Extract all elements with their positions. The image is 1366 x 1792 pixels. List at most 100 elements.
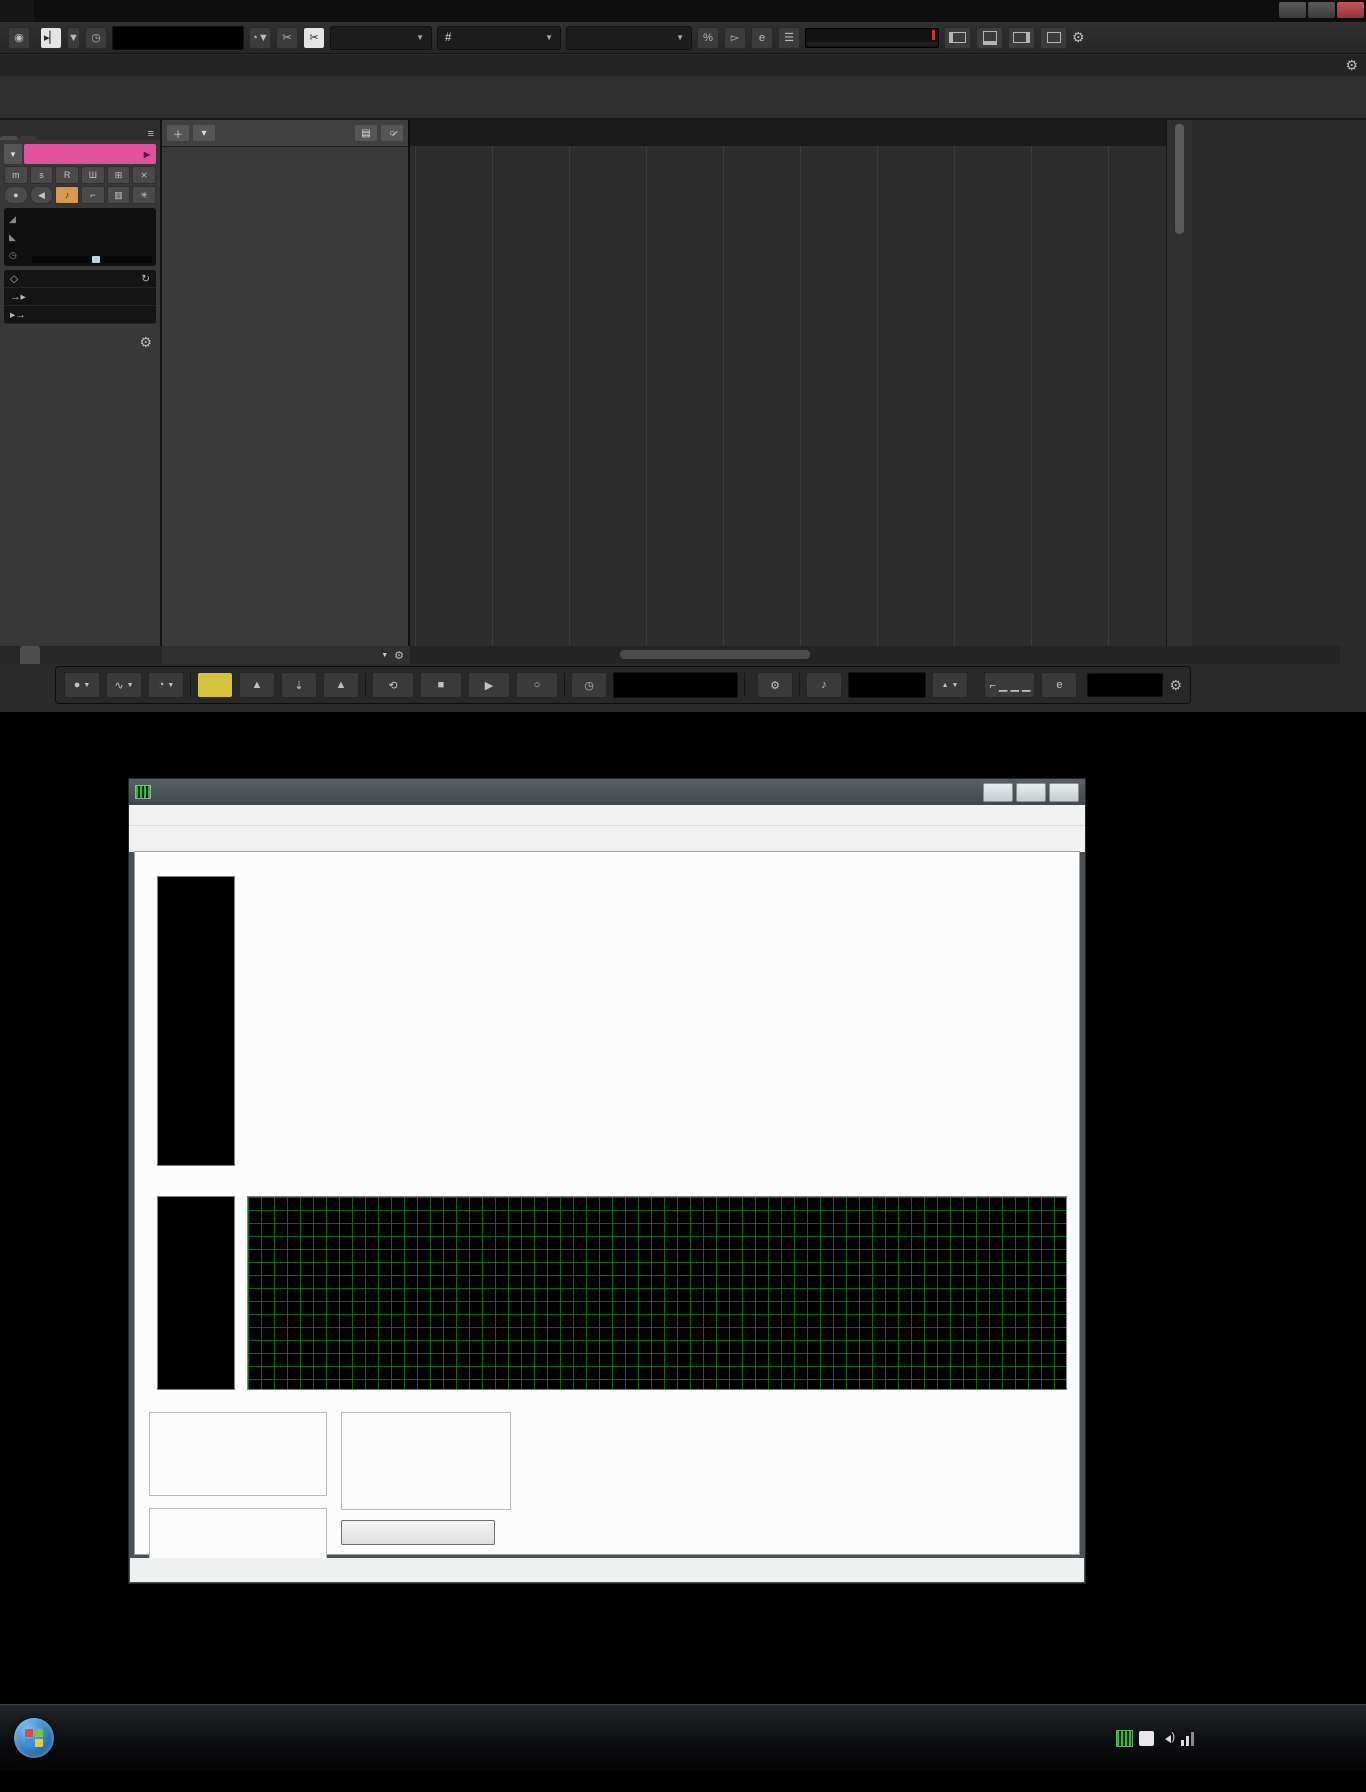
tray-ilok-icon[interactable]: [1139, 1731, 1154, 1746]
glue-tool-button[interactable]: ✂: [303, 27, 325, 49]
preset-reload-icon[interactable]: ↻: [141, 273, 150, 285]
tray-volume-icon[interactable]: [1160, 1731, 1175, 1746]
taskbar: [0, 1704, 1366, 1771]
zoom-preset-selector[interactable]: ▼ ⚙: [162, 646, 410, 664]
resource-monitor-button[interactable]: [341, 1520, 495, 1545]
play-button[interactable]: ▶: [468, 672, 510, 698]
editor-tab[interactable]: [20, 646, 40, 664]
flag-button[interactable]: ▻: [724, 27, 746, 49]
marker-settings-gear-icon[interactable]: ⚙: [757, 672, 793, 698]
punch-in-button[interactable]: ⇣: [281, 672, 317, 698]
midi-record-mode-button[interactable]: ◔ ▼: [148, 672, 184, 698]
metronome-button[interactable]: ▲: [239, 672, 275, 698]
jog-button[interactable]: ◔ ▼: [249, 27, 271, 49]
delay-icon: ◷: [9, 250, 17, 261]
solo-button[interactable]: s: [30, 166, 54, 184]
toolbar-time-display[interactable]: [112, 26, 244, 50]
hscroll-thumb[interactable]: [620, 650, 810, 659]
input-routing-row[interactable]: →▸: [4, 288, 156, 306]
autoscroll-button[interactable]: ▸▏: [40, 27, 62, 49]
vertical-scrollbar[interactable]: [1166, 120, 1192, 646]
layout-left-zone-button[interactable]: [944, 27, 971, 49]
maximize-button[interactable]: [1308, 2, 1335, 18]
add-track-button[interactable]: ＋: [167, 125, 189, 141]
taskman-titlebar[interactable]: [129, 779, 1085, 805]
tempo-spin-buttons[interactable]: ▲▼: [932, 672, 968, 698]
snap-mode-dropdown[interactable]: ▼: [330, 26, 432, 50]
layout-setup-button[interactable]: [1040, 27, 1067, 49]
stop-button[interactable]: ■: [420, 672, 462, 698]
track-search-button[interactable]: ○̷: [381, 125, 403, 141]
horizontal-scrollbar[interactable]: [410, 646, 1340, 664]
read-button[interactable]: R: [55, 166, 79, 184]
lanes-button[interactable]: ▥: [107, 186, 131, 204]
taskman-close-button[interactable]: [1049, 783, 1079, 802]
cubase-range-bar: [0, 76, 1366, 120]
record-enable-button[interactable]: ●: [4, 186, 28, 204]
tempo-display[interactable]: [848, 672, 926, 698]
taskman-tabs: [129, 826, 1085, 852]
event-display[interactable]: [410, 146, 1166, 646]
monitor-button[interactable]: ◀: [30, 186, 54, 204]
inspector-tab[interactable]: [0, 136, 18, 140]
toolbar-settings-gear-icon[interactable]: ⚙: [1072, 29, 1085, 46]
zoom-settings-gear-icon[interactable]: ⚙: [394, 649, 404, 662]
mute-button[interactable]: m: [4, 166, 28, 184]
quantize-panel-button[interactable]: e: [751, 27, 773, 49]
activate-project-button[interactable]: ◉: [8, 27, 30, 49]
record-button[interactable]: ○: [516, 672, 558, 698]
lock-button[interactable]: ⌐: [81, 186, 105, 204]
transport-settings-gear-icon[interactable]: ⚙: [1169, 677, 1182, 694]
settings-gear-icon[interactable]: ⚙: [139, 334, 152, 350]
track-list-header: ＋ ▾ ▤ ○̷: [162, 120, 408, 147]
quantize-dropdown[interactable]: ▼: [566, 26, 692, 50]
output-routing-row[interactable]: ▸→: [4, 306, 156, 324]
inspector-settings[interactable]: ⚙: [8, 334, 152, 351]
precount-button[interactable]: ▲: [323, 672, 359, 698]
start-button[interactable]: [14, 1718, 54, 1758]
infoline-settings-gear-icon[interactable]: ⚙: [1345, 57, 1358, 74]
write-button[interactable]: Ш: [81, 166, 105, 184]
transport-time-display[interactable]: [613, 672, 738, 698]
taskman-maximize-button[interactable]: [1016, 783, 1046, 802]
track-filter-button[interactable]: ▤: [355, 125, 377, 141]
layout-bottom-zone-button[interactable]: [976, 27, 1003, 49]
freeze-button[interactable]: ✳: [132, 186, 156, 204]
inspector-track-name[interactable]: ▶: [24, 144, 156, 164]
click-edit-button[interactable]: e: [1041, 672, 1077, 698]
edit-channel-button[interactable]: ⨯: [132, 166, 156, 184]
auto-quantize-button[interactable]: [197, 672, 233, 698]
autoscroll-dropdown[interactable]: ▼: [67, 27, 80, 49]
cubase-window: ◉ ▸▏ ▼ ◷ ◔ ▼ ✂ ✂ ▼ #▼ ▼ % ▻ e ☰: [0, 0, 1366, 712]
channel-button[interactable]: ⊞: [107, 166, 131, 184]
close-button[interactable]: [1337, 2, 1364, 18]
inspector-panel: ≡ ▼ ▶ m s R Ш ⊞ ⨯ ● ◀ ♪ ⌐ ▥: [0, 120, 162, 646]
swing-button[interactable]: %: [697, 27, 719, 49]
minimize-button[interactable]: [1279, 2, 1306, 18]
record-mode-button[interactable]: ● ▼: [64, 672, 100, 698]
track-collapse-icon[interactable]: ▼: [4, 144, 22, 164]
volume-icon: ◢: [9, 214, 16, 225]
scrollbar-thumb[interactable]: [1175, 124, 1184, 234]
pan-slider[interactable]: [32, 256, 152, 263]
inspector-menu-icon[interactable]: ≡: [142, 128, 160, 140]
cycle-button[interactable]: ⟲: [372, 672, 414, 698]
preset-row[interactable]: ◇ ↻: [4, 270, 156, 288]
musical-mode-icon[interactable]: ♪: [55, 186, 79, 204]
taskman-statusbar: [130, 1558, 1084, 1582]
timeline-ruler[interactable]: [410, 120, 1166, 147]
bottom-strip: ▼ ⚙: [0, 646, 1366, 664]
grid-type-dropdown[interactable]: #▼: [437, 26, 561, 50]
taskman-minimize-button[interactable]: [983, 783, 1013, 802]
audio-record-mode-button[interactable]: ∿ ▼: [106, 672, 142, 698]
tray-cpu-meter-icon[interactable]: [1116, 1730, 1133, 1747]
track-preset-button[interactable]: ▾: [193, 125, 215, 141]
language-indicator[interactable]: [1094, 1734, 1106, 1742]
lines-button[interactable]: ☰: [778, 27, 800, 49]
split-tool-button[interactable]: ✂: [276, 27, 298, 49]
track-tab[interactable]: [0, 646, 20, 664]
tray-network-icon[interactable]: [1181, 1731, 1196, 1746]
click-pattern-button[interactable]: ⌐ ▁ ▁ ▁: [984, 672, 1035, 698]
visibility-tab[interactable]: [19, 136, 37, 140]
layout-right-zone-button[interactable]: [1008, 27, 1035, 49]
